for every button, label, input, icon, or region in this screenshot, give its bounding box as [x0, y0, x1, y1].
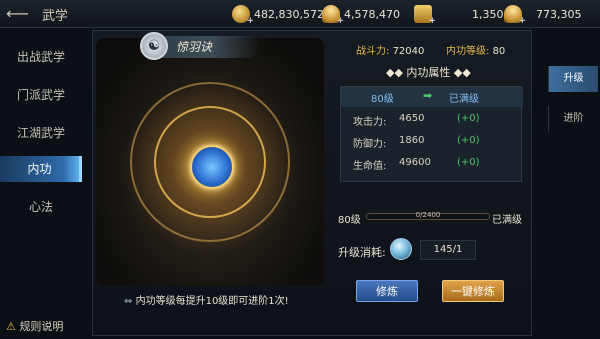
tab-upgrade[interactable]: 升级	[548, 66, 598, 92]
tip-arrow-icon: ⇔	[124, 296, 133, 307]
warning-icon: ⚠	[6, 320, 16, 333]
from-level: 80级	[371, 94, 394, 105]
rules-link[interactable]: ⚠ 规则说明	[6, 318, 63, 334]
nav-item-jianghu-martial[interactable]: 江湖武学	[0, 120, 82, 146]
nav-item-sect-martial[interactable]: 门派武学	[0, 82, 82, 108]
cost-label: 升级消耗:	[338, 246, 386, 259]
copper-coin-resource[interactable]: + 482,830,572	[232, 3, 324, 26]
combat-power-label: 战斗力:	[356, 46, 390, 57]
tab-advance[interactable]: 进阶	[548, 106, 598, 132]
attr-label: 防御力:	[353, 139, 387, 150]
attr-label: 生命值:	[353, 161, 387, 172]
silver-ingot-value: 4,578,470	[344, 7, 400, 21]
attributes-header: 80级 ➡ 已满级	[341, 87, 523, 107]
attr-value: 1860	[399, 135, 425, 146]
taiji-icon: ☯	[140, 32, 168, 60]
title-ornament-left-icon: ◆◆	[386, 66, 407, 79]
tip-text: 内功等级每提升10级即可进阶1次!	[135, 296, 289, 307]
copper-coin-value: 482,830,572	[254, 7, 324, 21]
one-click-train-button[interactable]: 一键修炼	[442, 280, 504, 302]
attributes-title-text: 内功属性	[406, 66, 451, 79]
attr-row-defense: 防御力: 1860 (+0)	[353, 135, 523, 151]
nav-item-xinfa[interactable]: 心法	[0, 194, 82, 220]
gold-ingot-resource[interactable]: + 773,305	[504, 3, 582, 26]
nav-item-neigong[interactable]: 内功	[0, 156, 82, 182]
combat-power: 战斗力: 72040	[356, 42, 424, 57]
attr-value: 4650	[399, 113, 425, 124]
cost-value: 145/1	[420, 240, 476, 260]
attr-increase: (+0)	[457, 135, 480, 146]
arrow-right-icon: ➡	[423, 89, 433, 102]
attr-increase: (+0)	[457, 157, 480, 168]
attr-increase: (+0)	[457, 113, 480, 124]
exp-progress-text: 0/2400	[415, 211, 441, 219]
neigong-core-icon[interactable]	[190, 145, 234, 189]
train-button[interactable]: 修炼	[356, 280, 418, 302]
page-title: 武学	[42, 9, 69, 24]
progress-level-left: 80级	[338, 215, 361, 226]
attr-row-hp: 生命值: 49600 (+0)	[353, 157, 523, 173]
attr-row-attack: 攻击力: 4650 (+0)	[353, 113, 523, 129]
skill-name: 惊羽诀	[176, 40, 213, 54]
attributes-box: 80级 ➡ 已满级 攻击力: 4650 (+0) 防御力: 1860 (+0) …	[340, 86, 523, 182]
silver-ingot-icon: +	[322, 5, 344, 26]
neigong-level-value: 80	[492, 46, 506, 57]
left-nav: 出战武学 门派武学 江湖武学 内功 心法	[0, 34, 82, 324]
spirit-orb-icon[interactable]	[390, 238, 412, 260]
gold-box-resource[interactable]: + 1,350	[414, 3, 504, 26]
copper-coin-icon: +	[232, 5, 254, 26]
to-level: 已满级	[449, 94, 479, 105]
attr-value: 49600	[399, 157, 431, 168]
nav-item-battle-martial[interactable]: 出战武学	[0, 44, 82, 70]
progress-level-right: 已满级	[492, 215, 522, 226]
attributes-title: ◆◆ 内功属性 ◆◆	[386, 64, 471, 80]
gold-ingot-value: 773,305	[536, 7, 582, 21]
gold-box-icon: +	[414, 5, 436, 26]
top-bar: ⟵ 武学 + 482,830,572 + 4,578,470 + 1,350 +…	[0, 0, 600, 28]
gold-ingot-icon: +	[504, 5, 526, 26]
rules-label: 规则说明	[19, 320, 64, 333]
combat-power-value: 72040	[392, 46, 425, 57]
gold-box-value: 1,350	[472, 7, 504, 21]
back-arrow-icon[interactable]: ⟵	[6, 4, 36, 24]
neigong-level: 内功等级: 80	[446, 42, 505, 57]
upgrade-tip: ⇔ 内功等级每提升10级即可进阶1次!	[124, 292, 289, 307]
silver-ingot-resource[interactable]: + 4,578,470	[322, 3, 400, 26]
attr-label: 攻击力:	[353, 117, 387, 128]
neigong-level-label: 内功等级:	[446, 46, 490, 57]
title-ornament-right-icon: ◆◆	[450, 66, 471, 79]
